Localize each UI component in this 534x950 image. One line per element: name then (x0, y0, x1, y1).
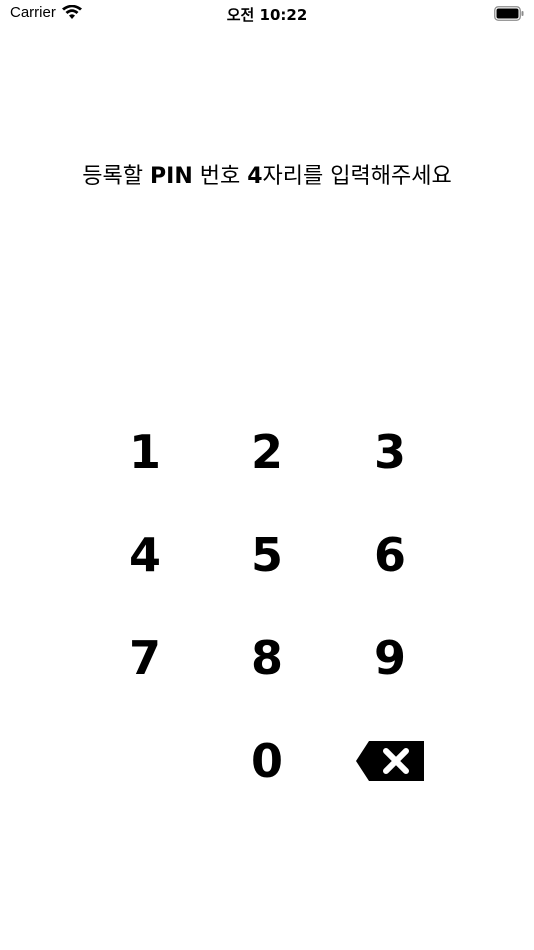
key-3[interactable]: 3 (340, 412, 440, 492)
key-0[interactable]: 0 (217, 721, 317, 801)
key-6[interactable]: 6 (340, 515, 440, 595)
key-5[interactable]: 5 (217, 515, 317, 595)
key-8[interactable]: 8 (217, 618, 317, 698)
key-9[interactable]: 9 (340, 618, 440, 698)
backspace-button[interactable] (340, 721, 440, 801)
pin-registration-screen: Carrier 오전 10:22 등록할 PIN 번호 4자리를 입력해주세요 … (0, 0, 534, 950)
key-4[interactable]: 4 (95, 515, 195, 595)
numeric-keypad: 1 2 3 4 5 6 7 8 9 0 (0, 0, 534, 950)
key-2[interactable]: 2 (217, 412, 317, 492)
key-empty (95, 721, 195, 801)
key-1[interactable]: 1 (95, 412, 195, 492)
backspace-icon (356, 741, 424, 781)
key-7[interactable]: 7 (95, 618, 195, 698)
